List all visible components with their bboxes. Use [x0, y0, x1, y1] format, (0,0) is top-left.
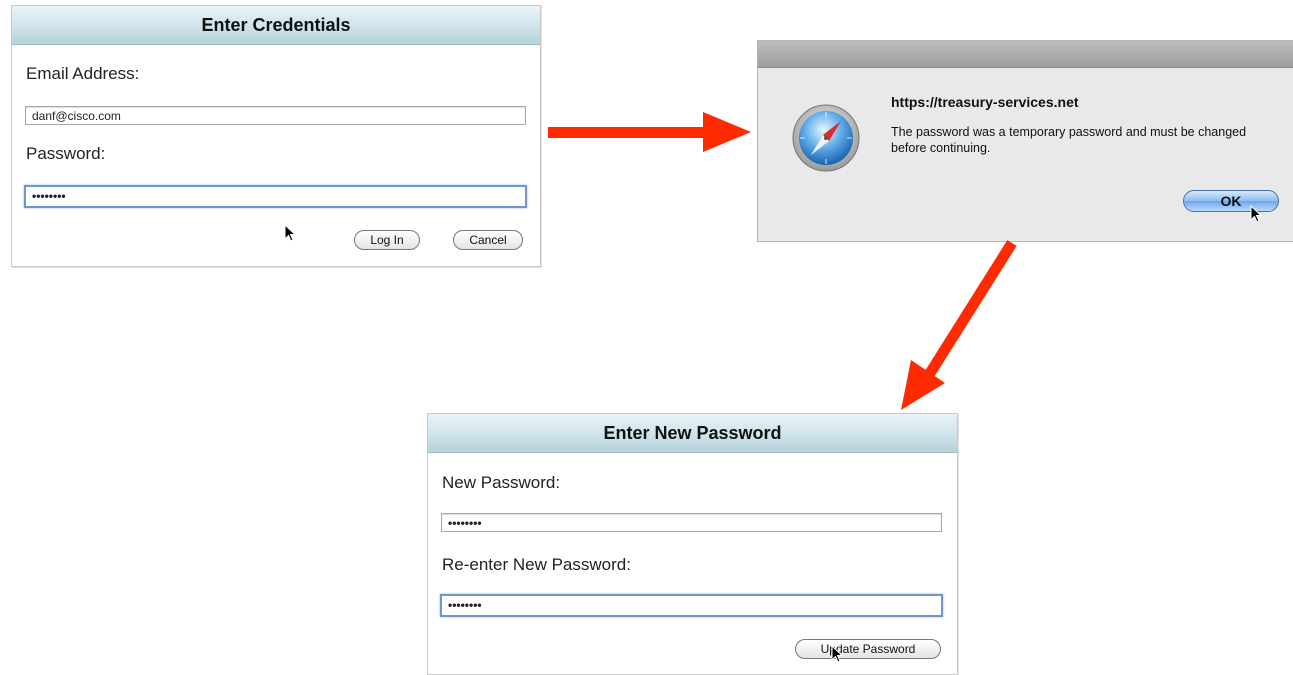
- ok-button[interactable]: OK: [1183, 190, 1279, 212]
- email-label: Email Address:: [26, 64, 140, 83]
- login-button[interactable]: Log In: [354, 230, 420, 250]
- mouse-cursor-icon: [284, 224, 297, 242]
- dialog-host: https://treasury-services.net: [891, 94, 1079, 110]
- password-label: Password:: [26, 144, 106, 163]
- reenter-password-input[interactable]: ••••••••: [440, 594, 943, 617]
- flow-arrow-down-left-icon: [901, 240, 1017, 410]
- new-password-panel: Enter New Password New Password: •••••••…: [427, 413, 958, 675]
- new-password-panel-title: Enter New Password: [428, 414, 957, 453]
- login-panel: Enter Credentials Email Address: danf@ci…: [11, 5, 541, 267]
- email-input[interactable]: danf@cisco.com: [25, 106, 526, 125]
- dialog-message: The password was a temporary password an…: [891, 125, 1247, 155]
- cancel-button[interactable]: Cancel: [453, 230, 523, 250]
- mouse-cursor-icon: [1250, 205, 1263, 223]
- new-password-label: New Password:: [442, 473, 561, 492]
- update-password-button[interactable]: Update Password: [795, 639, 941, 659]
- password-input[interactable]: ••••••••: [24, 185, 527, 208]
- login-panel-title: Enter Credentials: [12, 6, 540, 45]
- mouse-cursor-icon: [831, 645, 844, 663]
- safari-compass-icon: [792, 104, 860, 172]
- reenter-password-label: Re-enter New Password:: [442, 555, 631, 574]
- alert-dialog: https://treasury-services.net The passwo…: [757, 40, 1293, 242]
- dialog-titlebar: [758, 41, 1293, 68]
- new-password-input[interactable]: ••••••••: [441, 513, 942, 532]
- flow-arrow-right-icon: [548, 112, 751, 152]
